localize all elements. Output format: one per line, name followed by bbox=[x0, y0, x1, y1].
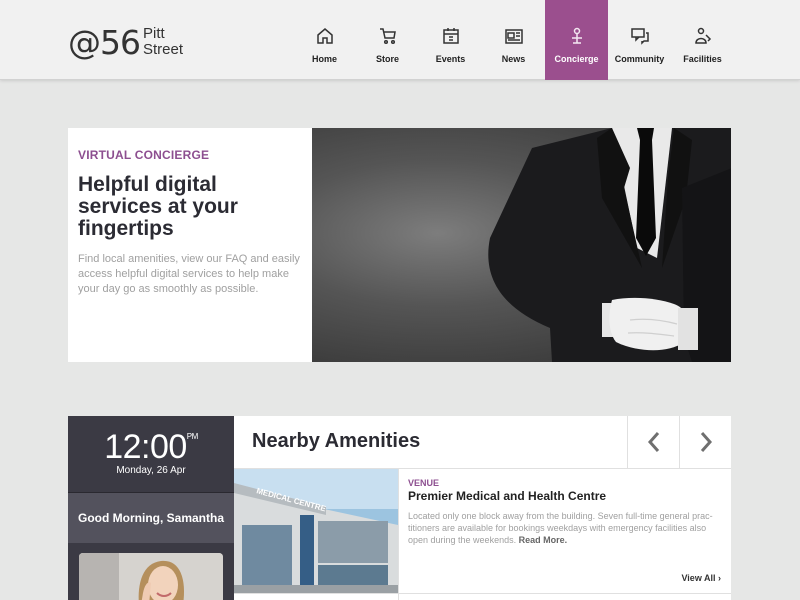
amenities-vertical-divider bbox=[398, 469, 399, 600]
view-all-label: View All bbox=[681, 573, 716, 583]
nav-concierge-label: Concierge bbox=[554, 54, 599, 64]
nav-news-label: News bbox=[501, 54, 526, 64]
clock-widget: 12:00PM Monday, 26 Apr Good Morning, Sam… bbox=[68, 416, 234, 600]
clock-date: Monday, 26 Apr bbox=[116, 465, 186, 476]
newspaper-icon bbox=[504, 29, 523, 44]
home-icon bbox=[316, 28, 333, 44]
hero-title: Helpful digital services at your fingert… bbox=[78, 173, 238, 240]
greeting-text: Good Morning, Samantha bbox=[68, 493, 234, 543]
logo-sub-text: Pitt Street bbox=[143, 26, 183, 58]
nav-home[interactable]: Home bbox=[293, 0, 356, 80]
next-button[interactable] bbox=[679, 416, 731, 468]
nav-concierge[interactable]: Concierge bbox=[545, 0, 608, 80]
chat-icon bbox=[630, 28, 649, 45]
nav-community-label: Community bbox=[614, 54, 665, 64]
chevron-right-icon bbox=[700, 432, 712, 452]
medical-centre-photo: MEDICAL CENTRE bbox=[234, 469, 398, 593]
logo[interactable]: @56 Pitt Street bbox=[68, 22, 183, 62]
concierge-icon bbox=[571, 27, 582, 44]
venue-description: Located only one block away from the bui… bbox=[408, 510, 722, 546]
nav-store[interactable]: Store bbox=[356, 0, 419, 80]
nav-facilities[interactable]: Facilities bbox=[671, 0, 734, 80]
amenities-title: Nearby Amenities bbox=[252, 430, 421, 452]
main-nav: Home Store Events News Concierge Communi… bbox=[293, 0, 734, 80]
nearby-amenities-panel: Nearby Amenities MEDICAL CENTRE VENUE Pr… bbox=[234, 416, 731, 600]
nav-home-label: Home bbox=[311, 54, 337, 64]
medical-centre-image[interactable]: MEDICAL CENTRE bbox=[234, 469, 398, 593]
nav-community[interactable]: Community bbox=[608, 0, 671, 80]
calendar-icon bbox=[442, 28, 459, 44]
amenities-bottom-divider bbox=[234, 593, 731, 594]
user-avatar[interactable] bbox=[79, 553, 223, 600]
venue-label: VENUE bbox=[408, 478, 440, 488]
read-more-link[interactable]: Read More. bbox=[519, 535, 568, 545]
chevron-right-small-icon: › bbox=[718, 573, 721, 583]
nav-events[interactable]: Events bbox=[419, 0, 482, 80]
view-all-link[interactable]: View All › bbox=[681, 573, 721, 583]
cart-icon bbox=[379, 28, 396, 45]
facilities-icon bbox=[694, 27, 711, 44]
clock-ampm: PM bbox=[186, 432, 199, 441]
butler-illustration bbox=[488, 128, 731, 362]
clock-time-value: 12:00 bbox=[104, 428, 187, 466]
nav-facilities-label: Facilities bbox=[683, 54, 722, 64]
chevron-left-icon bbox=[647, 432, 659, 452]
nav-events-label: Events bbox=[435, 54, 466, 64]
concierge-hero: VIRTUAL CONCIERGE Helpful digital servic… bbox=[68, 128, 731, 362]
avatar-photo bbox=[79, 553, 223, 600]
clock-time: 12:00PM bbox=[68, 428, 234, 467]
hero-description: Find local amenities, view our FAQ and e… bbox=[78, 253, 300, 295]
nav-news[interactable]: News bbox=[482, 0, 545, 80]
top-header: @56 Pitt Street Home Store Events News C… bbox=[0, 0, 800, 80]
logo-main-text: @56 bbox=[68, 22, 141, 62]
concierge-butler-image bbox=[312, 128, 731, 362]
previous-button[interactable] bbox=[627, 416, 679, 468]
logo-line-1: Pitt bbox=[143, 25, 165, 42]
venue-title: Premier Medical and Health Centre bbox=[408, 489, 607, 503]
logo-line-2: Street bbox=[143, 41, 184, 58]
hero-eyebrow: VIRTUAL CONCIERGE bbox=[78, 148, 210, 162]
nav-store-label: Store bbox=[375, 54, 399, 64]
hero-text-block: VIRTUAL CONCIERGE Helpful digital servic… bbox=[68, 128, 312, 362]
